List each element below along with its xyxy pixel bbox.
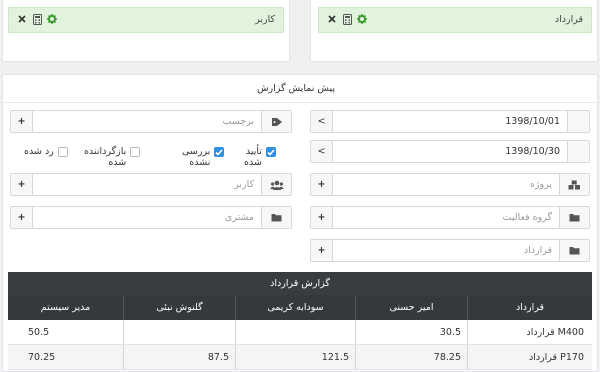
- cubes-icon: [559, 174, 589, 195]
- contract-chip-label: قرارداد: [554, 14, 583, 25]
- table-header-row: مدیر سیستم گلنوش نبئی سودابه کریمی امیر …: [8, 295, 592, 320]
- users-icon: [261, 174, 291, 195]
- table-cell: 50.5: [8, 320, 124, 344]
- user-filter-card: کاربر: [2, 0, 290, 62]
- user-input[interactable]: کاربر: [33, 174, 261, 195]
- table-cell: 78.25: [356, 345, 468, 369]
- customer-input[interactable]: مشتری: [33, 207, 261, 228]
- status-approved[interactable]: تأیید شده: [244, 146, 276, 168]
- date-to-input[interactable]: 1398/10/30: [333, 141, 567, 162]
- table-row: 50.5 30.5 قرارداد M400: [8, 320, 592, 345]
- tag-input[interactable]: برچسب: [33, 111, 261, 132]
- activity-group-group: + گروه فعالیت: [310, 206, 590, 229]
- project-group: + پروژه: [310, 173, 590, 196]
- calculator-icon[interactable]: [32, 13, 42, 25]
- contract-input[interactable]: قرارداد: [333, 240, 559, 261]
- add-user-button[interactable]: +: [11, 174, 33, 195]
- status-returned-label: بازگرداننده: [84, 146, 127, 157]
- table-cell: 87.5: [124, 345, 236, 369]
- add-customer-button[interactable]: +: [11, 207, 33, 228]
- date-from-input[interactable]: 1398/10/01: [333, 111, 567, 132]
- add-contract-button[interactable]: +: [311, 240, 333, 261]
- folder-icon: [559, 207, 589, 228]
- date-from-group: < 1398/10/01: [310, 110, 590, 133]
- customer-group: + مشتری: [10, 206, 292, 229]
- contract-report-table: گزارش قرارداد مدیر سیستم گلنوش نبئی سودا…: [8, 272, 592, 370]
- status-unreviewed-checkbox[interactable]: [214, 147, 225, 157]
- date-to-prev-button[interactable]: <: [311, 141, 333, 162]
- table-cell: قرارداد M400: [526, 326, 584, 338]
- date-from-prev-button[interactable]: <: [311, 111, 333, 132]
- close-icon[interactable]: [17, 13, 27, 25]
- table-caption: گزارش قرارداد: [8, 272, 592, 295]
- add-tag-button[interactable]: +: [11, 111, 33, 132]
- panel-header: پیش نمایش گزارش: [3, 75, 597, 103]
- column-header[interactable]: گلنوش نبئی: [124, 295, 236, 320]
- user-group: + کاربر: [10, 173, 292, 196]
- column-header[interactable]: مدیر سیستم: [8, 295, 124, 320]
- table-cell: قرارداد P170: [528, 351, 584, 363]
- column-header[interactable]: امیر حسنی: [356, 295, 468, 320]
- status-unreviewed-label: بررسی: [182, 146, 211, 157]
- contract-filter-card: قرارداد: [310, 0, 598, 62]
- user-chip-label: کاربر: [255, 14, 275, 25]
- column-header[interactable]: قرارداد: [468, 295, 592, 320]
- status-rejected[interactable]: رد شده: [24, 146, 68, 157]
- status-approved-label: تأیید: [245, 146, 262, 157]
- table-cell: [124, 320, 236, 344]
- table-row: 70.25 87.5 121.5 78.25 قرارداد P170: [8, 345, 592, 370]
- user-filter-chip[interactable]: کاربر: [8, 7, 284, 33]
- status-approved-checkbox[interactable]: [265, 147, 276, 157]
- gear-icon[interactable]: [357, 13, 367, 25]
- tag-group: + برچسب: [10, 110, 292, 133]
- add-project-button[interactable]: +: [311, 174, 333, 195]
- status-returned-checkbox[interactable]: [130, 147, 141, 157]
- contract-group: + قرارداد: [310, 239, 590, 262]
- activity-group-input[interactable]: گروه فعالیت: [333, 207, 559, 228]
- calculator-icon[interactable]: [342, 13, 352, 25]
- tag-icon: [261, 111, 291, 132]
- table-cell: 30.5: [356, 320, 468, 344]
- table-cell: 121.5: [236, 345, 356, 369]
- date-from-calendar[interactable]: [567, 111, 589, 132]
- table-cell: [236, 320, 356, 344]
- status-returned[interactable]: بازگرداننده شده: [84, 146, 141, 168]
- folder-icon: [559, 240, 589, 261]
- panel-title: پیش نمایش گزارش: [256, 83, 335, 94]
- folder-icon: [261, 207, 291, 228]
- close-icon[interactable]: [327, 13, 337, 25]
- status-rejected-label: رد شده: [24, 146, 54, 157]
- gear-icon[interactable]: [47, 13, 57, 25]
- project-input[interactable]: پروژه: [333, 174, 559, 195]
- date-to-group: < 1398/10/30: [310, 140, 590, 163]
- contract-filter-chip[interactable]: قرارداد: [318, 7, 592, 33]
- status-rejected-checkbox[interactable]: [57, 147, 68, 157]
- date-to-calendar[interactable]: [567, 141, 589, 162]
- status-unreviewed[interactable]: بررسی نشده: [182, 146, 225, 168]
- add-activity-group-button[interactable]: +: [311, 207, 333, 228]
- table-cell: 70.25: [8, 345, 124, 369]
- column-header[interactable]: سودابه کریمی: [236, 295, 356, 320]
